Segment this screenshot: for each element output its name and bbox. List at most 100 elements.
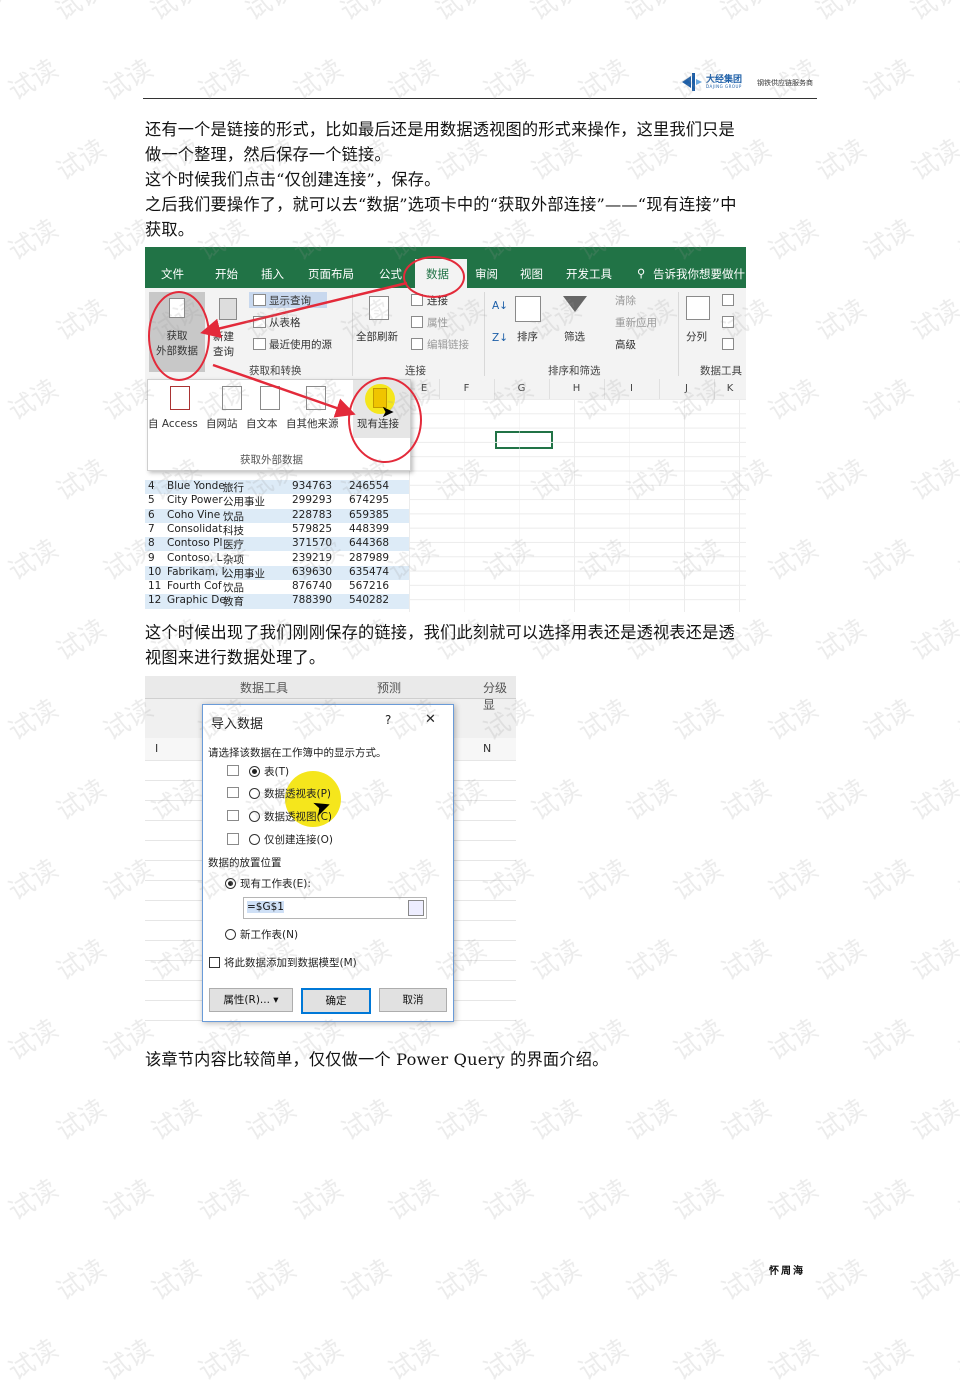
paragraph-2: 这个时候我们点击“仅创建连接”，保存。 — [145, 170, 441, 189]
watermark-text: 试读 — [858, 374, 919, 428]
radio-new-sheet[interactable] — [225, 929, 236, 940]
cell-ref-value: =$G$1 — [247, 901, 284, 913]
watermark-text: 试读 — [193, 54, 254, 108]
watermark-text: 试读 — [335, 0, 396, 28]
watermark-text: 试读 — [526, 934, 587, 988]
watermark-text: 试读 — [763, 534, 824, 588]
watermark-text: 试读 — [383, 1174, 444, 1228]
watermark-text: 试读 — [288, 1334, 349, 1388]
watermark-text: 试读 — [526, 1254, 587, 1308]
watermark-text: 试读 — [668, 1174, 729, 1228]
watermark-text: 试读 — [288, 54, 349, 108]
watermark-text: 试读 — [906, 1254, 960, 1308]
watermark-text: 试读 — [858, 1014, 919, 1068]
watermark-text: 试读 — [953, 694, 960, 748]
watermark-text: 试读 — [811, 1094, 872, 1148]
header-slogan: 钢铁供应链服务商 — [757, 79, 813, 87]
watermark-text: 试读 — [573, 854, 634, 908]
watermark-text: 试读 — [953, 1174, 960, 1228]
watermark-text: 试读 — [336, 1254, 397, 1308]
watermark-text: 试读 — [716, 934, 777, 988]
ok-button[interactable]: 确定 — [301, 988, 371, 1014]
watermark-text: 试读 — [98, 1334, 159, 1388]
watermark-text: 试读 — [145, 0, 206, 28]
watermark-text: 试读 — [146, 1254, 207, 1308]
location-label: 数据的放置位置 — [208, 857, 282, 869]
watermark-text: 试读 — [0, 0, 16, 28]
close-icon[interactable]: ✕ — [425, 712, 436, 727]
paragraph-3: 之后我们要操作了，就可以去“数据”选项卡中的“获取外部连接”——“现有连接”中 … — [145, 195, 737, 239]
cell-ref-input[interactable]: =$G$1 — [243, 897, 427, 919]
watermark-text: 试读 — [716, 1094, 777, 1148]
radio-pivot-table[interactable] — [249, 788, 260, 799]
properties-button[interactable]: 属性(R)... ▾ — [209, 988, 293, 1012]
watermark-text: 试读 — [3, 1174, 64, 1228]
watermark-text: 试读 — [906, 294, 960, 348]
watermark-text: 试读 — [383, 54, 444, 108]
watermark-text: 试读 — [811, 934, 872, 988]
watermark-text: 试读 — [51, 614, 112, 668]
watermark-text: 试读 — [98, 54, 159, 108]
option-table[interactable]: 表(T) — [264, 764, 289, 779]
watermark-text: 试读 — [3, 534, 64, 588]
watermark-text: 试读 — [716, 1254, 777, 1308]
annotation-arrows — [200, 281, 408, 418]
watermark-text: 试读 — [906, 774, 960, 828]
option-existing-sheet[interactable]: 现有工作表(E): — [240, 876, 311, 891]
watermark-text: 试读 — [51, 1254, 112, 1308]
watermark-text: 试读 — [763, 374, 824, 428]
watermark-text: 试读 — [525, 0, 586, 28]
properties-button-label: 属性(R)... — [223, 994, 270, 1006]
watermark-text: 试读 — [430, 0, 491, 28]
watermark-text: 试读 — [763, 1174, 824, 1228]
watermark-text: 试读 — [906, 934, 960, 988]
watermark-text: 试读 — [621, 934, 682, 988]
footer-author: 怀周海 — [769, 1266, 805, 1277]
watermark-text: 试读 — [811, 774, 872, 828]
watermark-text: 试读 — [906, 134, 960, 188]
watermark-text: 试读 — [668, 694, 729, 748]
watermark-text: 试读 — [906, 1094, 960, 1148]
help-button[interactable]: ? — [385, 713, 391, 727]
import-data-dialog: 导入数据 ? ✕ 请选择该数据在工作簿中的显示方式。 表(T) 数据透视表(P)… — [202, 704, 454, 1022]
watermark-text: 试读 — [336, 1094, 397, 1148]
bg-data-tools: 数据工具 — [240, 681, 289, 695]
watermark-text: 试读 — [288, 1174, 349, 1228]
watermark-text: 试读 — [858, 1174, 919, 1228]
option-new-sheet[interactable]: 新工作表(N) — [240, 927, 298, 942]
watermark-text: 试读 — [620, 0, 681, 28]
paragraph-4: 这个时候出现了我们刚刚保存的链接，我们此刻就可以选择用表还是透视表还是透 视图来… — [145, 623, 735, 667]
header-divider — [143, 98, 817, 99]
table-icon — [227, 765, 239, 776]
excel-ribbon-screenshot: 文件 开始 插入 页面布局 公式 数据 审阅 视图 开发工具 ⚲ 告诉我你想要做… — [145, 247, 746, 612]
radio-connection-only[interactable] — [249, 834, 260, 845]
display-prompt: 请选择该数据在工作簿中的显示方式。 — [208, 747, 387, 759]
option-connection-only[interactable]: 仅创建连接(O) — [264, 832, 333, 847]
range-picker-icon[interactable] — [408, 900, 424, 916]
watermark-text: 试读 — [3, 214, 64, 268]
watermark-text: 试读 — [668, 854, 729, 908]
watermark-text: 试读 — [811, 1254, 872, 1308]
radio-existing-sheet[interactable] — [225, 878, 236, 889]
bg-col-i: I — [155, 742, 159, 755]
add-model-checkbox[interactable] — [209, 957, 220, 968]
watermark-text: 试读 — [621, 774, 682, 828]
watermark-text: 试读 — [478, 54, 539, 108]
radio-pivot-chart[interactable] — [249, 811, 260, 822]
watermark-text: 试读 — [953, 54, 960, 108]
watermark-text: 试读 — [193, 1174, 254, 1228]
watermark-text: 试读 — [906, 454, 960, 508]
cancel-button[interactable]: 取消 — [379, 988, 447, 1012]
paragraph-1: 还有一个是链接的形式，比如最后还是用数据透视图的形式来操作，这里我们只是 做一个… — [145, 120, 735, 164]
watermark-text: 试读 — [621, 1254, 682, 1308]
watermark-text: 试读 — [431, 1254, 492, 1308]
watermark-text: 试读 — [241, 1254, 302, 1308]
watermark-text: 试读 — [573, 694, 634, 748]
watermark-text: 试读 — [906, 614, 960, 668]
watermark-text: 试读 — [763, 694, 824, 748]
watermark-text: 试读 — [3, 54, 64, 108]
watermark-text: 试读 — [715, 0, 776, 28]
radio-table[interactable] — [249, 766, 260, 777]
add-model-label: 将此数据添加到数据模型(M) — [224, 957, 357, 969]
bg-col-n: N — [483, 742, 492, 755]
